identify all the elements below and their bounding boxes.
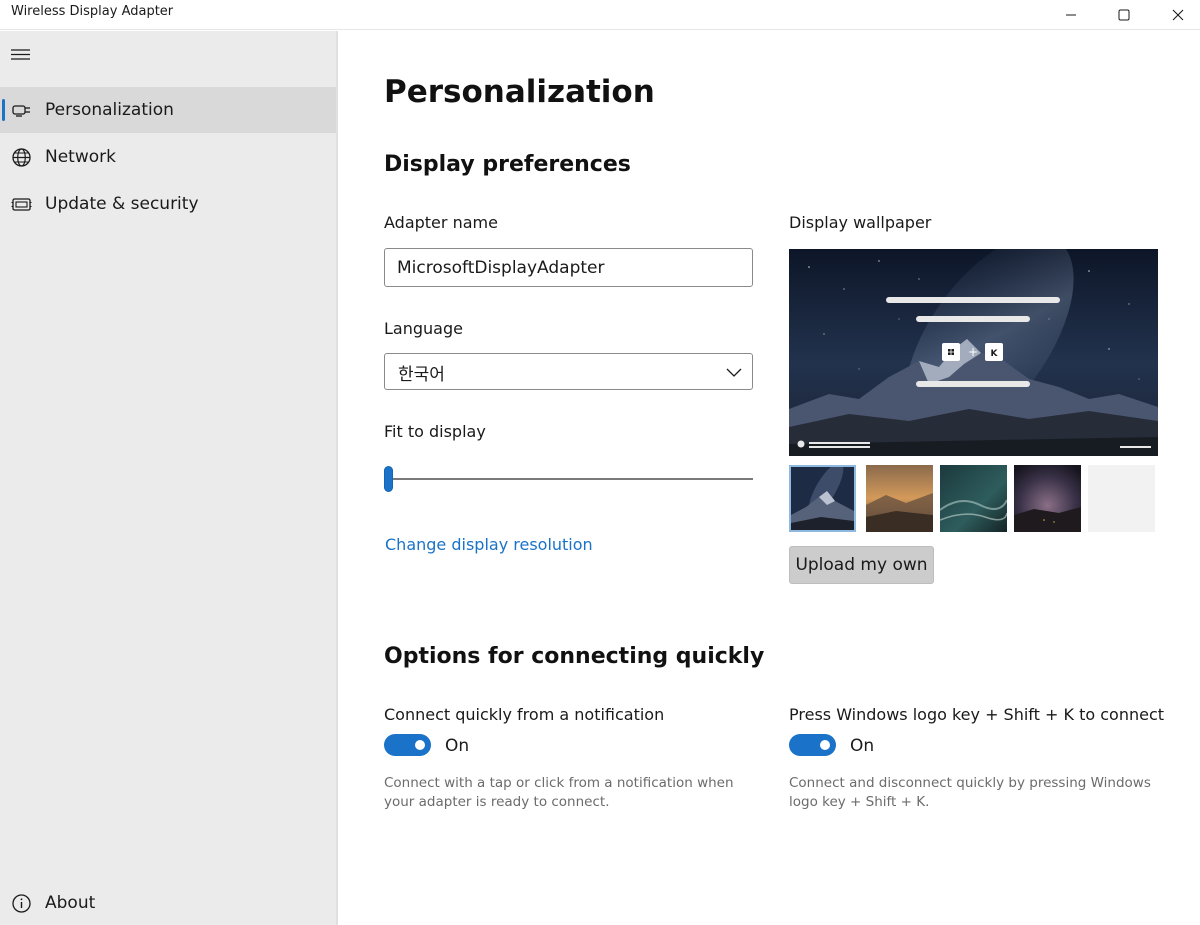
- change-display-resolution-link[interactable]: Change display resolution: [385, 535, 593, 554]
- wallpaper-thumbnail-1[interactable]: [789, 465, 856, 532]
- close-icon: [1172, 9, 1184, 21]
- minimize-button[interactable]: [1046, 0, 1096, 30]
- toggle-knob: [820, 740, 830, 750]
- wallpaper-thumbnails: [789, 465, 1158, 533]
- toggle-knob: [415, 740, 425, 750]
- globe-icon: [11, 147, 32, 168]
- personalization-icon: [11, 100, 32, 121]
- sidebar-item-personalization[interactable]: Personalization: [0, 87, 336, 133]
- shortcut-toggle-state: On: [850, 736, 875, 756]
- page-title: Personalization: [384, 74, 655, 110]
- maximize-icon: [1118, 9, 1130, 21]
- preview-k-key-text: K: [991, 349, 999, 359]
- section-heading-connect-options: Options for connecting quickly: [384, 644, 765, 669]
- sidebar-item-update-security[interactable]: Update & security: [0, 181, 336, 227]
- sidebar-item-label: Personalization: [45, 100, 174, 120]
- slider-track: [388, 478, 753, 480]
- wallpaper-preview-image: + K: [789, 249, 1158, 456]
- shortcut-toggle-label: Press Windows logo key + Shift + K to co…: [789, 705, 1165, 724]
- wallpaper-thumbnail-4[interactable]: [1014, 465, 1081, 532]
- sidebar-item-label: About: [45, 893, 96, 913]
- wallpaper-thumbnail-empty[interactable]: [1088, 465, 1155, 532]
- menu-button[interactable]: [10, 45, 32, 63]
- maximize-button[interactable]: [1099, 0, 1149, 30]
- sidebar-item-label: Network: [45, 147, 116, 167]
- sidebar: Personalization Network Update & securit: [0, 31, 338, 925]
- notification-toggle-label: Connect quickly from a notification: [384, 705, 665, 724]
- language-dropdown[interactable]: 한국어: [384, 353, 753, 390]
- wallpaper-preview: + K: [789, 249, 1158, 456]
- notification-description: Connect with a tap or click from a notif…: [384, 775, 734, 810]
- fit-to-display-label: Fit to display: [384, 422, 486, 441]
- close-button[interactable]: [1153, 0, 1200, 30]
- sidebar-item-about[interactable]: About: [0, 880, 336, 925]
- notification-toggle-state: On: [445, 736, 470, 756]
- sidebar-item-network[interactable]: Network: [0, 134, 336, 180]
- minimize-icon: [1066, 14, 1076, 16]
- adapter-name-label: Adapter name: [384, 213, 498, 232]
- adapter-name-input[interactable]: [384, 248, 753, 287]
- language-selected-value: 한국어: [398, 365, 445, 385]
- main-content: Personalization Display preferences Adap…: [340, 31, 1200, 925]
- window-title: Wireless Display Adapter: [11, 4, 174, 19]
- title-bar: Wireless Display Adapter: [0, 0, 1200, 30]
- shortcut-toggle[interactable]: [789, 734, 836, 756]
- language-label: Language: [384, 319, 463, 338]
- section-heading-display-preferences: Display preferences: [384, 152, 631, 177]
- selection-indicator: [2, 99, 5, 121]
- wallpaper-thumbnail-3[interactable]: [940, 465, 1007, 532]
- fit-to-display-slider[interactable]: [384, 465, 753, 492]
- shortcut-description: Connect and disconnect quickly by pressi…: [789, 775, 1151, 810]
- chevron-down-icon: [726, 368, 742, 377]
- info-icon: [11, 893, 32, 914]
- notification-toggle[interactable]: [384, 734, 431, 756]
- slider-thumb[interactable]: [384, 466, 393, 492]
- hamburger-icon: [11, 49, 30, 60]
- display-wallpaper-label: Display wallpaper: [789, 213, 932, 232]
- chip-icon: [11, 194, 32, 215]
- wallpaper-thumbnail-2[interactable]: [866, 465, 933, 532]
- upload-my-own-button[interactable]: Upload my own: [789, 546, 934, 584]
- preview-plus-text: +: [968, 345, 978, 359]
- sidebar-item-label: Update & security: [45, 194, 199, 214]
